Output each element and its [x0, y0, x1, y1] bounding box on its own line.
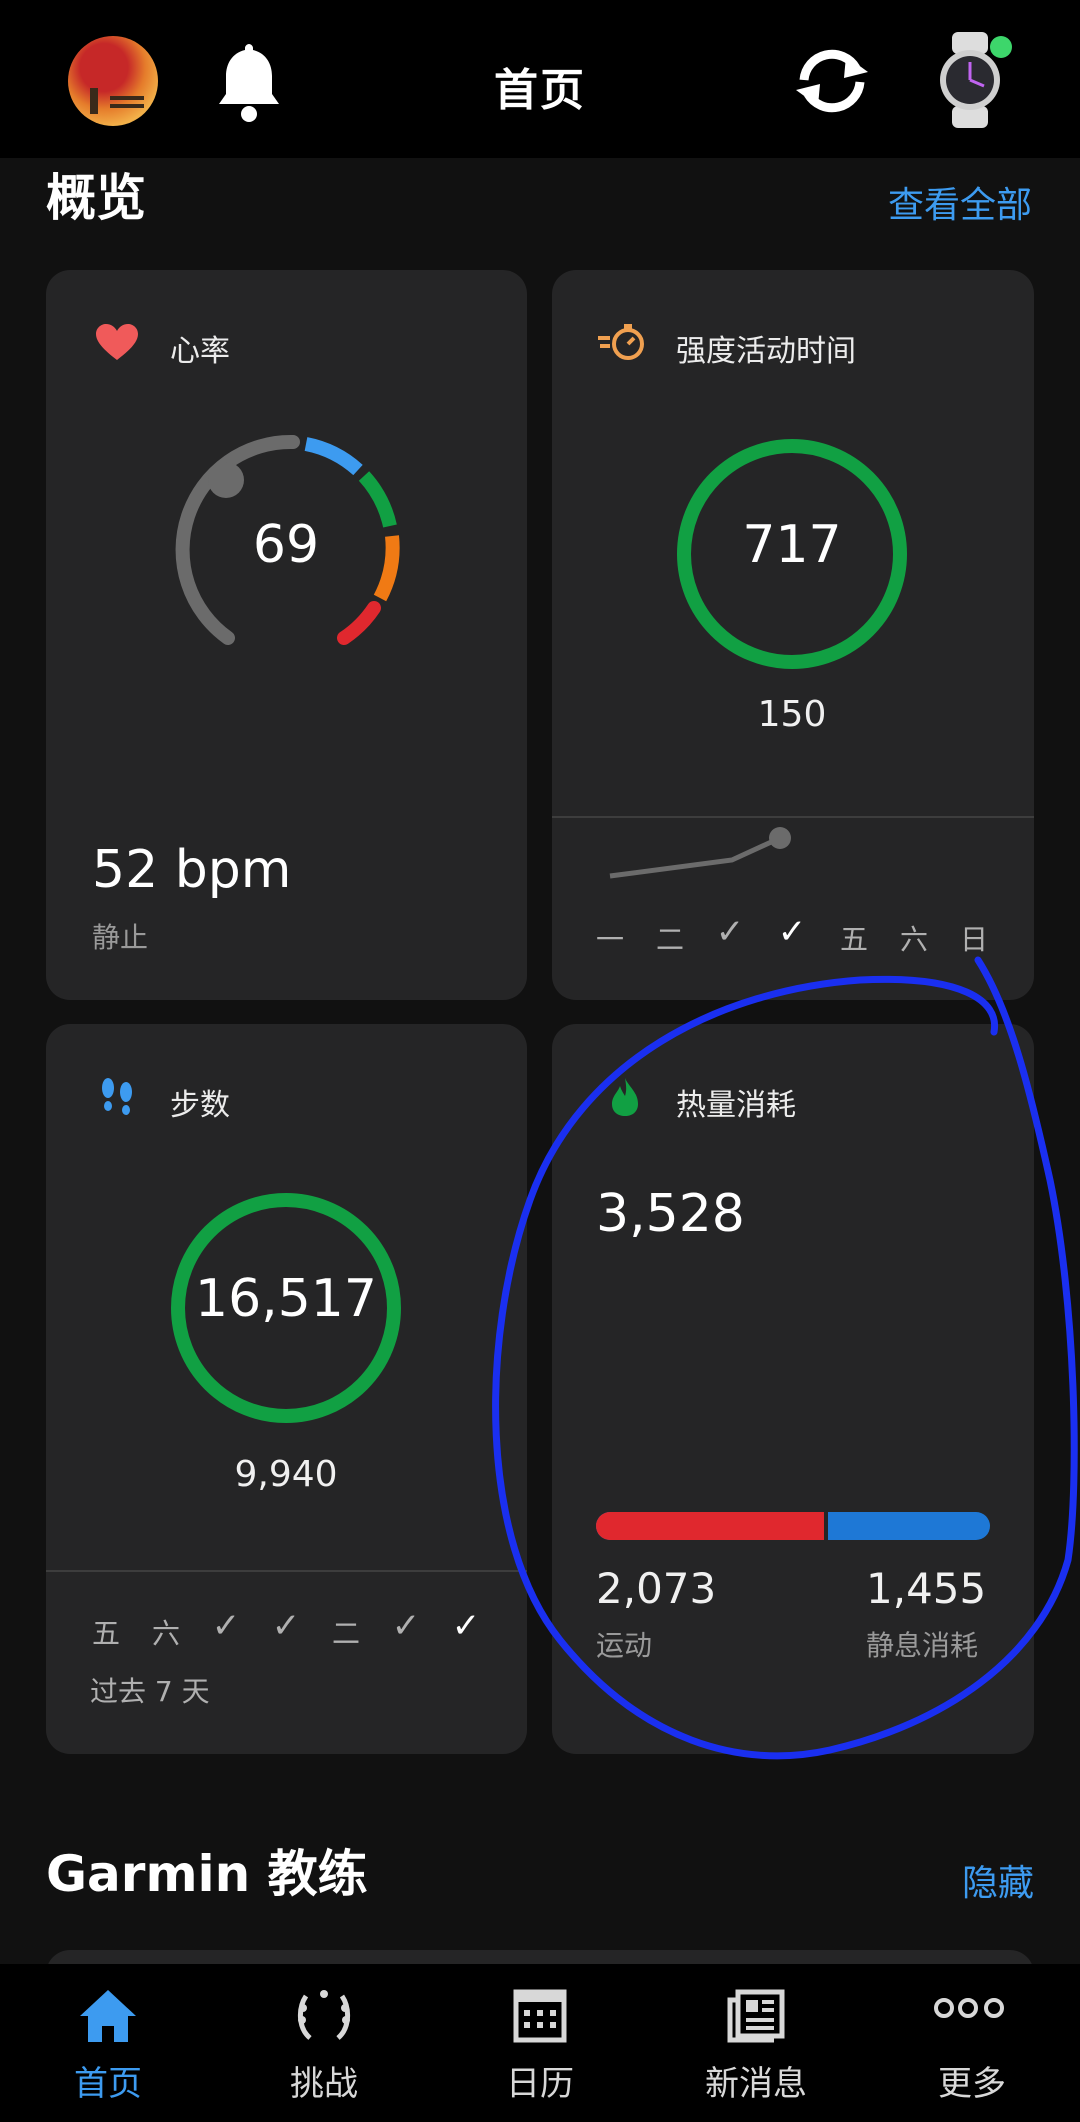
footprints-icon	[102, 1078, 132, 1115]
calendar-icon	[513, 1989, 567, 2043]
steps-day-3: ✓	[211, 1606, 241, 1646]
sync-icon[interactable]	[790, 46, 874, 116]
intensity-day-2: 二	[655, 923, 684, 956]
calories-card[interactable]: 热量消耗 3,528 2,073 运动 1,455 静息消耗	[552, 1024, 1034, 1754]
page-title: 首页	[494, 65, 586, 116]
calories-active-value: 2,073	[596, 1564, 717, 1613]
calories-active-segment	[596, 1512, 828, 1540]
steps-label: 步数	[170, 1088, 230, 1123]
intensity-value: 717	[742, 515, 842, 575]
nav-more[interactable]: 更多	[864, 1964, 1080, 2122]
steps-day-5: 二	[331, 1617, 360, 1650]
calories-label: 热量消耗	[676, 1088, 796, 1123]
intensity-day-7: 日	[959, 923, 988, 956]
steps-day-1: 五	[91, 1617, 120, 1650]
nav-news-label: 新消息	[705, 2064, 807, 2104]
calories-active-label: 运动	[596, 1629, 653, 1662]
view-all-link[interactable]: 查看全部	[888, 176, 1032, 228]
top-bar: 首页	[0, 0, 1080, 158]
steps-value: 16,517	[195, 1269, 377, 1329]
home-icon	[80, 1990, 136, 2042]
laurel-icon	[298, 1990, 350, 2040]
nav-calendar[interactable]: 日历	[432, 1964, 648, 2122]
coach-title: Garmin 教练	[46, 1845, 368, 1903]
steps-day-4: ✓	[271, 1606, 301, 1646]
more-icon-dot-3	[984, 1998, 1004, 2018]
bottom-nav: 首页 挑战 日历 新消息 更多	[0, 1964, 1080, 2122]
intensity-day-3: ✓	[715, 912, 745, 952]
intensity-trend-line	[609, 827, 791, 879]
intensity-divider	[552, 816, 1034, 818]
calories-bar	[596, 1512, 990, 1540]
resting-label: 静止	[92, 921, 149, 954]
steps-day-7: ✓	[451, 1606, 481, 1646]
nav-calendar-label: 日历	[506, 2064, 574, 2104]
heart-rate-label: 心率	[170, 334, 230, 369]
nav-news[interactable]: 新消息	[648, 1964, 864, 2122]
intensity-day-5: 五	[839, 923, 868, 956]
steps-goal: 9,940	[234, 1454, 338, 1495]
heart-rate-card[interactable]: 心率 69 52 bpm 静止	[46, 270, 527, 1000]
nav-challenges[interactable]: 挑战	[216, 1964, 432, 2122]
heart-rate-current: 69	[252, 515, 320, 575]
steps-divider	[46, 1570, 527, 1572]
intensity-day-4: ✓	[777, 912, 807, 952]
calories-total: 3,528	[596, 1184, 745, 1244]
nav-home-label: 首页	[74, 2064, 142, 2104]
intensity-day-6: 六	[899, 923, 928, 956]
intensity-day-1: 一	[595, 923, 624, 956]
flame-icon	[612, 1078, 638, 1116]
heart-icon	[96, 324, 138, 360]
hide-link[interactable]: 隐藏	[962, 1854, 1034, 1906]
nav-more-label: 更多	[938, 2064, 1006, 2104]
intensity-card[interactable]: 强度活动时间 717 150 一 二 ✓ ✓ 五 六 日	[552, 270, 1034, 1000]
resting-heart-rate: 52 bpm	[92, 840, 292, 900]
steps-card[interactable]: 步数 16,517 9,940 五 六 ✓ ✓ 二 ✓ ✓ 过去 7 天	[46, 1024, 527, 1754]
calories-resting-label: 静息消耗	[866, 1629, 979, 1662]
steps-period: 过去 7 天	[90, 1675, 210, 1708]
nav-home[interactable]: 首页	[0, 1964, 216, 2122]
news-icon	[727, 1989, 785, 2043]
intensity-label: 强度活动时间	[676, 334, 856, 369]
overview-title: 概览	[46, 169, 146, 227]
intensity-goal: 150	[757, 694, 827, 735]
steps-day-6: ✓	[391, 1606, 421, 1646]
stopwatch-icon	[598, 324, 644, 360]
steps-day-2: 六	[151, 1617, 180, 1650]
calories-resting-value: 1,455	[866, 1564, 987, 1613]
watch-status-dot	[990, 36, 1012, 58]
nav-challenges-label: 挑战	[290, 2064, 358, 2104]
